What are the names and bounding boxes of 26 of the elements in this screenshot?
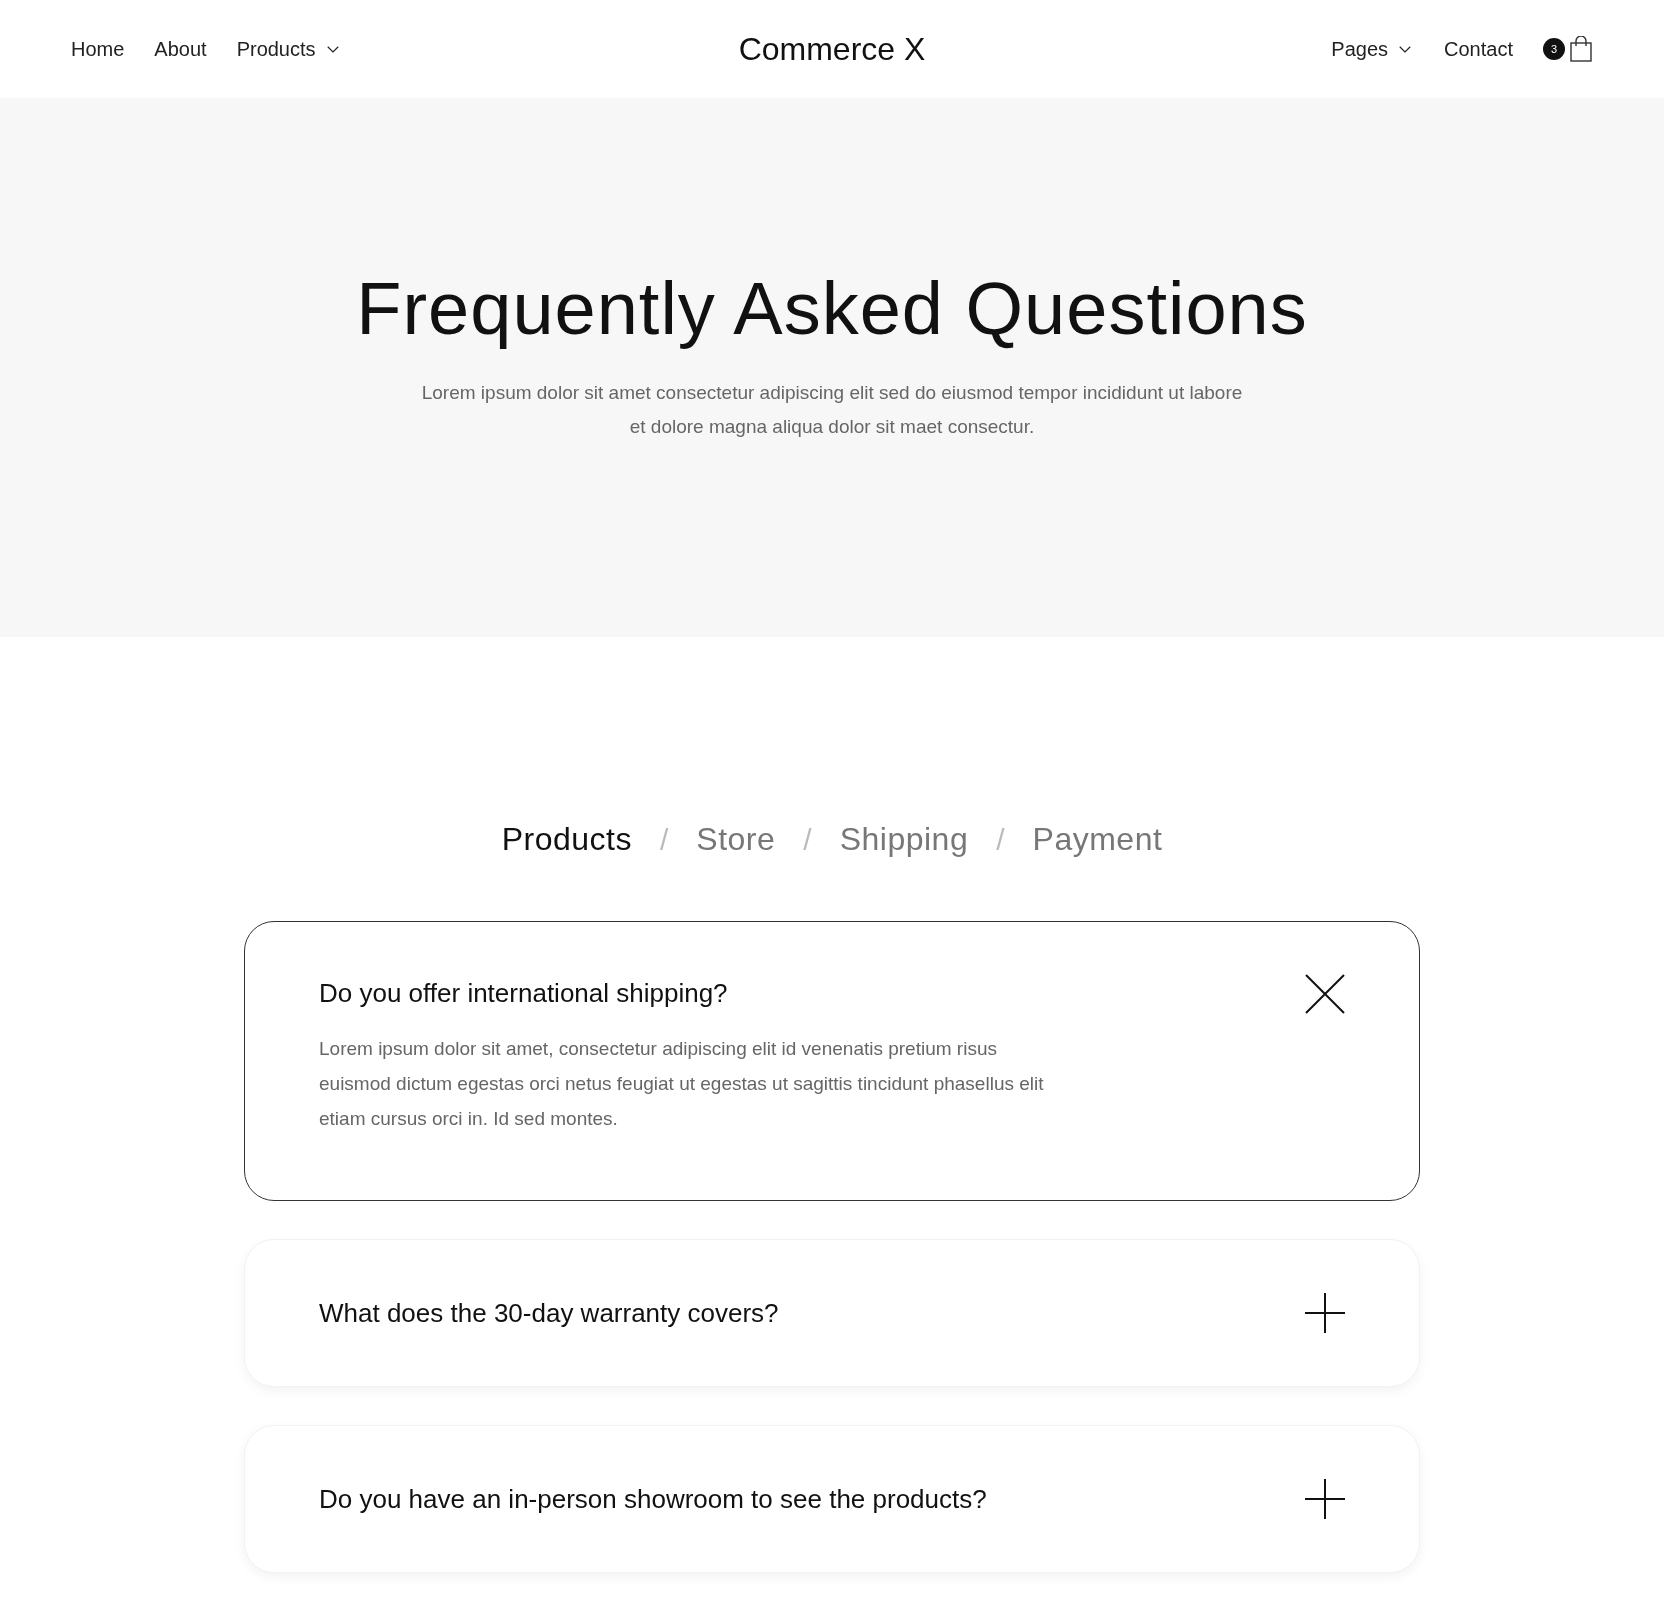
faq-card[interactable]: Do you have an in-person showroom to see the products?	[244, 1425, 1420, 1573]
nav-link[interactable]: About	[154, 34, 207, 64]
logo[interactable]: Commerce X	[738, 25, 926, 73]
tab-separator: /	[803, 821, 812, 858]
category-tab[interactable]: Store	[696, 815, 776, 863]
shopping-bag-icon[interactable]	[1569, 36, 1593, 62]
faq-card[interactable]	[244, 921, 1420, 1201]
nav-link[interactable]: Home	[71, 34, 125, 64]
close-icon[interactable]	[1305, 974, 1345, 1014]
plus-icon[interactable]	[1305, 1479, 1345, 1519]
category-tab[interactable]: Payment	[1032, 815, 1163, 863]
faq-answer: Lorem ipsum dolor sit amet, consectetur adipiscing elit id venenatis pretium risus euismod dictum egestas orci netus feugiat ut egestas ut sagittis tincidunt phasellus elit etiam cursus orci in. Id sed montes.	[319, 1037, 1045, 1131]
nav-link[interactable]: Products	[236, 34, 342, 64]
faq-question: Do you have an in-person showroom to see the products?	[319, 1482, 987, 1516]
plus-icon[interactable]	[1305, 1293, 1345, 1333]
tab-separator: /	[659, 821, 669, 858]
category-tab[interactable]: Products	[501, 815, 632, 863]
hero-subtitle: Lorem ipsum dolor sit amet consectetur adipiscing elit sed do eiusmod tempor incididunt ut labore et dolore magna aliqua dolor sit maet consectur.	[420, 380, 1244, 439]
faq-question: What does the 30-day warranty covers?	[319, 1296, 779, 1330]
nav-link[interactable]: Contact	[1444, 34, 1513, 64]
faq-card[interactable]: What does the 30-day warranty covers?	[244, 1239, 1420, 1387]
faq-question: Do you offer international shipping?	[319, 977, 729, 1010]
tab-separator: /	[996, 821, 1005, 858]
cart-count-badge: 3	[1543, 38, 1565, 60]
category-tab[interactable]: Shipping	[839, 815, 969, 863]
nav-link[interactable]: Pages	[1331, 34, 1415, 64]
